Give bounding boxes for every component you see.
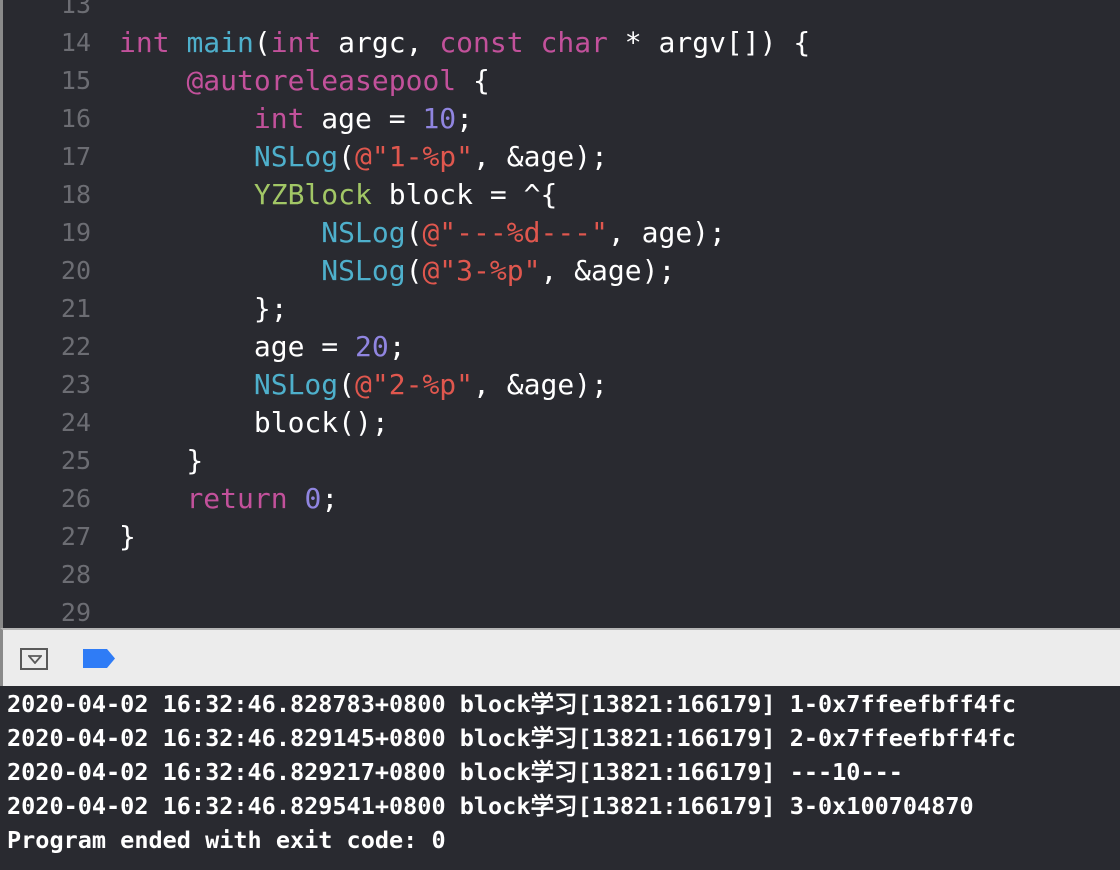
code-text: int main(int argc, const char * argv[]) … [119,24,810,62]
token-fn: NSLog [253,140,339,173]
line-number: 20 [60,256,91,285]
triangle-down-icon [28,655,42,664]
code-text: YZBlock block = ^{ [119,176,557,214]
line-number: 26 [60,484,91,513]
token-fn: NSLog [321,216,406,249]
token-plain: , &age); [473,140,608,173]
console-line: 2020-04-02 16:32:46.829541+0800 block学习[… [7,792,974,820]
token-kw: return [186,482,288,515]
breakpoints-toggle-button[interactable] [83,649,116,672]
token-plain: ( [338,368,356,401]
token-num: 20 [355,330,389,363]
token-plain: ; [456,102,474,135]
token-fn: NSLog [253,368,339,401]
line-number: 24 [60,408,91,437]
line-number: 22 [60,332,91,361]
token-plain: } [119,520,136,553]
code-text: int age = 10; [119,100,473,138]
line-number: 18 [60,180,91,209]
code-editor[interactable]: 13 14 int main(int argc, const char * argv… [0,0,1120,628]
token-kw: int [270,26,322,59]
token-plain: }; [119,292,288,325]
token-plain: , &age); [473,368,608,401]
token-plain: age = [119,330,356,363]
token-plain: * argv[]) { [607,26,811,59]
line-number: 21 [60,294,91,323]
console-line: 2020-04-02 16:32:46.829145+0800 block学习[… [7,724,1017,752]
line-number: 16 [60,104,91,133]
token-kw: char [540,26,608,59]
token-plain: ( [405,216,423,249]
code-text: age = 20; [119,328,406,366]
token-plain: ( [253,26,271,59]
token-kw: int [253,102,305,135]
token-type: YZBlock [253,178,372,211]
token-str: @"---%d---" [422,216,608,249]
token-plain: ; [321,482,339,515]
line-number: 25 [60,446,91,475]
line-number: 15 [60,66,91,95]
console-output[interactable]: 2020-04-02 16:32:46.828783+0800 block学习[… [0,686,1120,870]
token-kw: @autoreleasepool [186,64,457,97]
line-number: 29 [60,598,91,627]
code-text: } [119,518,136,556]
token-plain: } [119,444,204,477]
code-text: NSLog(@"1-%p", &age); [119,138,608,176]
debug-toolbar [0,628,1120,686]
token-plain: , age); [607,216,726,249]
token-plain: ( [338,140,356,173]
token-plain: ; [388,330,406,363]
token-plain: argc, [321,26,440,59]
code-text: NSLog(@"2-%p", &age); [119,366,608,404]
token-plain: ( [405,254,423,287]
token-plain: , &age); [540,254,676,287]
code-text: block(); [119,404,389,442]
code-text: NSLog(@"3-%p", &age); [119,252,675,290]
code-text: @autoreleasepool { [119,62,490,100]
token-str: @"2-%p" [355,368,474,401]
code-text: }; [119,290,288,328]
token-str: @"3-%p" [422,254,541,287]
line-number: 17 [60,142,91,171]
token-kw: const [439,26,524,59]
console-line: 2020-04-02 16:32:46.829217+0800 block学习[… [7,758,903,786]
code-text: NSLog(@"---%d---", age); [119,214,726,252]
token-plain: block(); [119,406,389,439]
line-number: 19 [60,218,91,247]
line-number: 23 [60,370,91,399]
line-number: 27 [60,522,91,551]
hide-debug-area-button[interactable] [20,648,48,670]
line-number: 13 [60,0,91,19]
console-line: Program ended with exit code: 0 [7,826,446,854]
line-number: 14 [60,28,91,57]
token-num: 10 [422,102,457,135]
token-num: 0 [304,482,322,515]
token-str: @"1-%p" [355,140,474,173]
breakpoint-icon [83,649,115,668]
line-number: 28 [60,560,91,589]
token-fn: main [186,26,254,59]
console-line: 2020-04-02 16:32:46.828783+0800 block学习[… [7,690,1017,718]
token-plain: age = [304,102,423,135]
token-plain: block = ^{ [371,178,558,211]
token-kw: int [119,26,170,59]
code-text: } [119,442,203,480]
code-text: return 0; [119,480,338,518]
token-plain: { [456,64,490,97]
token-fn: NSLog [321,254,406,287]
